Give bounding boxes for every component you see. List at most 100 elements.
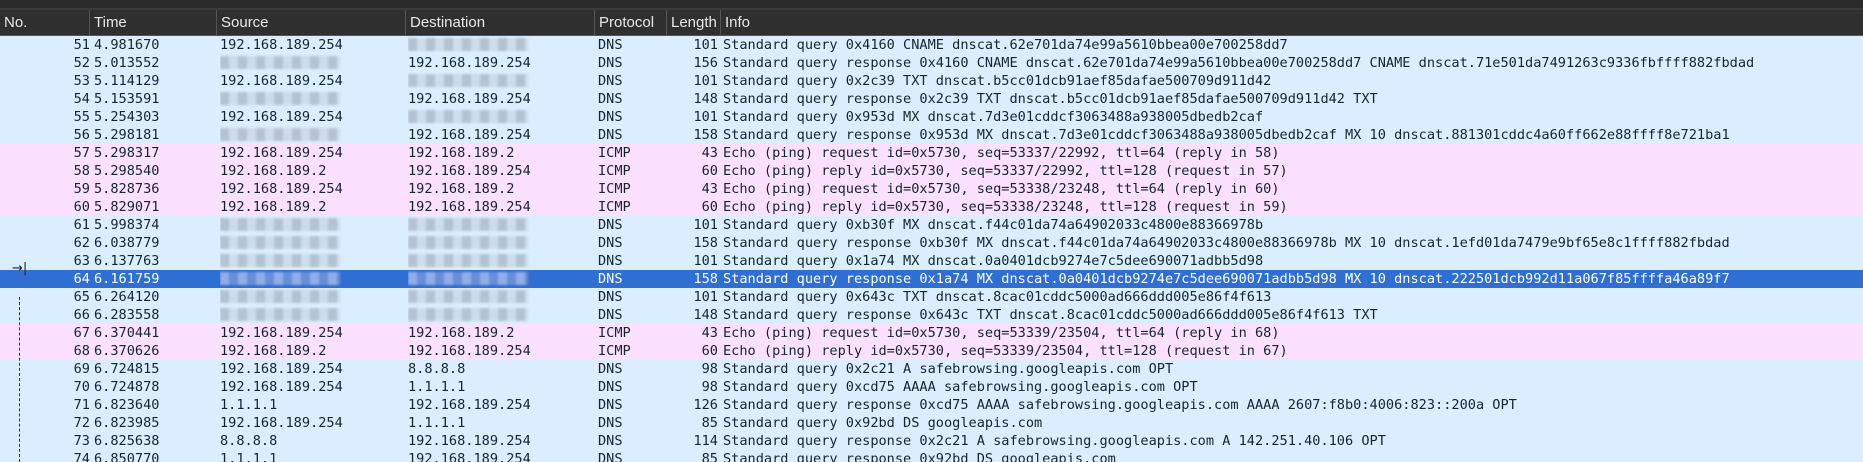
packet-info: Standard query response 0x2c39 TXT dnsca… <box>723 91 1378 107</box>
packet-number: 62 <box>73 235 90 251</box>
packet-length: 43 <box>701 181 718 197</box>
packet-time: 6.724815 <box>94 361 160 377</box>
packet-time: 4.981670 <box>94 37 160 53</box>
table-row[interactable]: 53 5.114129 192.168.189.254 DNS 101 Standard … <box>0 72 1863 90</box>
packet-protocol: DNS <box>598 73 623 89</box>
table-row[interactable]: 56 5.298181 192.168.189.254 DNS 158 Standard … <box>0 126 1863 144</box>
packet-info: Standard query 0x643c TXT dnscat.8cac01c… <box>723 289 1272 305</box>
packet-destination: 192.168.189.254 <box>408 433 531 449</box>
packet-time: 6.264120 <box>94 289 160 305</box>
table-row[interactable]: 57 5.298317 192.168.189.254 192.168.189.2 IC… <box>0 144 1863 162</box>
packet-number: 74 <box>73 451 90 462</box>
packet-number: 56 <box>73 127 90 143</box>
redacted-address <box>220 55 340 69</box>
column-header-protocol[interactable]: Protocol <box>595 10 667 35</box>
table-row[interactable]: 59 5.828736 192.168.189.254 192.168.189.2 IC… <box>0 180 1863 198</box>
packet-time: 6.823985 <box>94 415 160 431</box>
packet-destination: 192.168.189.2 <box>408 145 515 161</box>
packet-protocol: DNS <box>598 397 623 413</box>
packet-rows: 51 4.981670 192.168.189.254 DNS 101 Standard … <box>0 36 1863 462</box>
table-row[interactable]: 61 5.998374 DNS 101 Standard query 0xb30f MX… <box>0 216 1863 234</box>
table-row[interactable]: 60 5.829071 192.168.189.2 192.168.189.254 IC… <box>0 198 1863 216</box>
redacted-address <box>408 73 528 87</box>
packet-number: 58 <box>73 163 90 179</box>
table-row-selected[interactable]: 64 6.161759 DNS 158 Standard query response … <box>0 270 1863 288</box>
packet-destination <box>408 36 594 54</box>
packet-destination <box>408 108 594 126</box>
packet-destination: 8.8.8.8 <box>408 361 466 377</box>
packet-protocol: ICMP <box>598 325 631 341</box>
packet-protocol: DNS <box>598 289 623 305</box>
packet-info: Echo (ping) request id=0x5730, seq=53337… <box>723 145 1280 161</box>
packet-length: 98 <box>701 379 718 395</box>
table-row[interactable]: 63 6.137763 DNS 101 Standard query 0x1a74 MX… <box>0 252 1863 270</box>
packet-source: 192.168.189.2 <box>220 343 327 359</box>
packet-info: Standard query 0x953d MX dnscat.7d3e01cd… <box>723 109 1264 125</box>
packet-source <box>220 54 404 72</box>
redacted-address <box>220 253 340 267</box>
packet-destination: 192.168.189.254 <box>408 397 531 413</box>
column-header-source[interactable]: Source <box>217 10 406 35</box>
packet-number: 60 <box>73 199 90 215</box>
packet-time: 6.283558 <box>94 307 160 323</box>
table-row[interactable]: 54 5.153591 192.168.189.254 DNS 148 Standard … <box>0 90 1863 108</box>
packet-destination: 192.168.189.254 <box>408 91 531 107</box>
packet-time: 6.823640 <box>94 397 160 413</box>
column-header-no[interactable]: No. <box>0 10 90 35</box>
packet-source: 192.168.189.254 <box>220 109 343 125</box>
packet-protocol: DNS <box>598 379 623 395</box>
packet-list-header: No. Time Source Destination Protocol Len… <box>0 10 1863 36</box>
table-row[interactable]: 67 6.370441 192.168.189.254 192.168.189.2 IC… <box>0 324 1863 342</box>
table-row[interactable]: 70 6.724878 192.168.189.254 1.1.1.1 DNS 98 Sta… <box>0 378 1863 396</box>
packet-number: 55 <box>73 109 90 125</box>
table-row[interactable]: 74 6.850770 1.1.1.1 192.168.189.254 DNS 85 Sta… <box>0 450 1863 462</box>
table-row[interactable]: 69 6.724815 192.168.189.254 8.8.8.8 DNS 98 Sta… <box>0 360 1863 378</box>
column-header-length[interactable]: Length <box>667 10 721 35</box>
table-row[interactable]: 73 6.825638 8.8.8.8 192.168.189.254 DNS 114 St… <box>0 432 1863 450</box>
packet-length: 114 <box>693 433 718 449</box>
packet-destination <box>408 216 594 234</box>
packet-destination: 1.1.1.1 <box>408 415 466 431</box>
table-row[interactable]: 62 6.038779 DNS 158 Standard query response … <box>0 234 1863 252</box>
packet-info: Standard query 0xcd75 AAAA safebrowsing.… <box>723 379 1198 395</box>
table-row[interactable]: 71 6.823640 1.1.1.1 192.168.189.254 DNS 126 St… <box>0 396 1863 414</box>
packet-protocol: DNS <box>598 127 623 143</box>
packet-source: 8.8.8.8 <box>220 433 278 449</box>
packet-length: 101 <box>693 73 718 89</box>
redacted-address <box>220 289 340 303</box>
table-row[interactable]: 68 6.370626 192.168.189.2 192.168.189.254 IC… <box>0 342 1863 360</box>
table-row[interactable]: 51 4.981670 192.168.189.254 DNS 101 Standard … <box>0 36 1863 54</box>
redacted-address <box>220 235 340 249</box>
packet-protocol: DNS <box>598 109 623 125</box>
table-row[interactable]: 66 6.283558 DNS 148 Standard query response … <box>0 306 1863 324</box>
table-row[interactable]: 52 5.013552 192.168.189.254 DNS 156 Standard … <box>0 54 1863 72</box>
packet-destination: 1.1.1.1 <box>408 379 466 395</box>
packet-time: 5.114129 <box>94 73 160 89</box>
packet-info: Standard query response 0x953d MX dnscat… <box>723 127 1730 143</box>
packet-time: 5.829071 <box>94 199 160 215</box>
packet-source <box>220 126 404 144</box>
table-row[interactable]: 65 6.264120 DNS 101 Standard query 0x643c TX… <box>0 288 1863 306</box>
packet-info: Standard query response 0xcd75 AAAA safe… <box>723 397 1517 413</box>
packet-list[interactable]: No. Time Source Destination Protocol Len… <box>0 10 1863 462</box>
packet-destination <box>408 306 594 324</box>
packet-number: 68 <box>73 343 90 359</box>
packet-protocol: DNS <box>598 253 623 269</box>
packet-info: Standard query 0x2c21 A safebrowsing.goo… <box>723 361 1174 377</box>
packet-source: 192.168.189.254 <box>220 379 343 395</box>
packet-protocol: DNS <box>598 37 623 53</box>
packet-number: 70 <box>73 379 90 395</box>
packet-length: 126 <box>693 397 718 413</box>
table-row[interactable]: 72 6.823985 192.168.189.254 1.1.1.1 DNS 85 Sta… <box>0 414 1863 432</box>
packet-protocol: DNS <box>598 235 623 251</box>
packet-source: 192.168.189.254 <box>220 361 343 377</box>
packet-number: 61 <box>73 217 90 233</box>
column-header-time[interactable]: Time <box>90 10 217 35</box>
column-header-info[interactable]: Info <box>721 10 1863 35</box>
column-header-destination[interactable]: Destination <box>406 10 595 35</box>
table-row[interactable]: 55 5.254303 192.168.189.254 DNS 101 Standard … <box>0 108 1863 126</box>
redacted-address <box>408 109 528 123</box>
table-row[interactable]: 58 5.298540 192.168.189.2 192.168.189.254 IC… <box>0 162 1863 180</box>
packet-length: 101 <box>693 37 718 53</box>
packet-protocol: DNS <box>598 91 623 107</box>
